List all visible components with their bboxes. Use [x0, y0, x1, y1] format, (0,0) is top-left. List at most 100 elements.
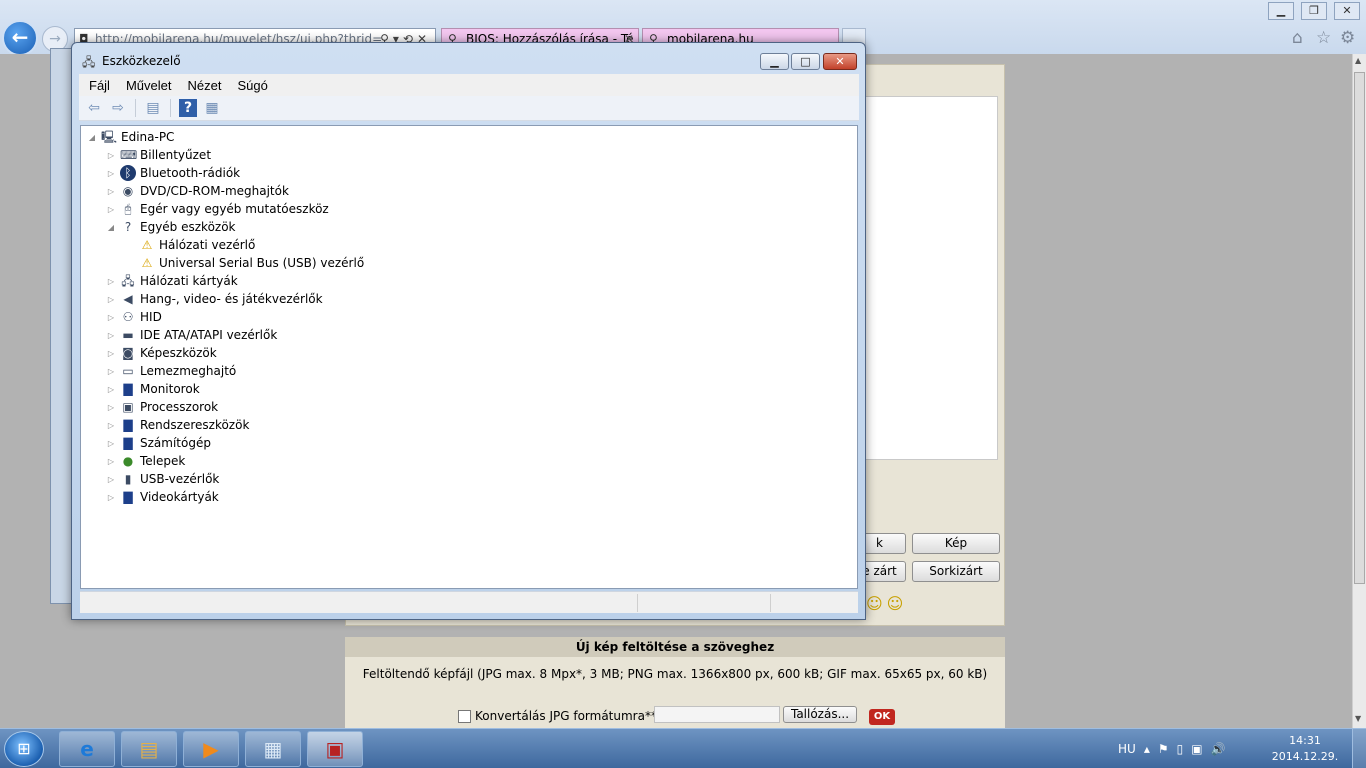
tree-item[interactable]: ▷ ▇ Videokártyák	[106, 488, 219, 506]
tree-item[interactable]: ▷ ⌨ Billentyűzet	[106, 146, 211, 164]
action-center-icon[interactable]: ⚑	[1158, 742, 1169, 756]
expand-icon[interactable]: ▷	[106, 439, 116, 448]
expand-icon[interactable]: ▷	[106, 349, 116, 358]
tree-item[interactable]: ◢? Egyéb eszközök	[106, 218, 236, 236]
tree-item[interactable]: ▷ ▇ Rendszereszközök	[106, 416, 249, 434]
tree-item[interactable]: ▷ 🖧 Hálózati kártyák	[106, 272, 238, 290]
show-hidden-icons-icon[interactable]: ▴	[1144, 742, 1150, 756]
back-arrow-icon[interactable]: ←	[2, 20, 38, 56]
tree-root[interactable]: ◢ 🖳 Edina-PC	[87, 128, 175, 146]
home-icon[interactable]: ⌂	[1292, 28, 1303, 48]
favorites-star-icon[interactable]: ☆	[1316, 28, 1331, 48]
battery-tray-icon[interactable]: ▯	[1177, 742, 1184, 756]
tree-item-label: Processzorok	[140, 400, 219, 414]
upload-ok-button[interactable]: OK	[869, 709, 895, 725]
device-manager-taskbar-icon[interactable]: ▣	[307, 731, 363, 767]
expand-icon[interactable]: ▷	[106, 313, 116, 322]
tree-item[interactable]: ▷ ◙ Képeszközök	[106, 344, 217, 362]
clock[interactable]: 14:31 2014.12.29.	[1270, 733, 1340, 765]
expand-icon[interactable]: ▷	[106, 385, 116, 394]
menu-action[interactable]: Művelet	[126, 78, 172, 93]
tree-item-label: Billentyűzet	[140, 148, 212, 162]
tree-item[interactable]: ▷ ▇ Számítógép	[106, 434, 211, 452]
convert-checkbox[interactable]	[458, 709, 471, 723]
file-path-field[interactable]	[654, 706, 780, 723]
expand-icon[interactable]: ▷	[106, 205, 116, 214]
hid-icon: ⚇	[122, 310, 134, 324]
expand-icon[interactable]: ▷	[106, 331, 116, 340]
minimize-button[interactable]: ▁	[760, 53, 789, 70]
device-manager-window: 🖧 Eszközkezelő ▁ □ ✕ Fájl Művelet Nézet …	[71, 42, 866, 620]
ie-taskbar-icon[interactable]: e	[59, 731, 115, 767]
expand-icon[interactable]: ▷	[106, 151, 116, 160]
expand-icon[interactable]: ▷	[106, 277, 116, 286]
language-indicator[interactable]: HU	[1118, 742, 1136, 756]
menu-file[interactable]: Fájl	[89, 78, 110, 93]
status-cell	[770, 594, 771, 612]
scrollbar-thumb[interactable]	[1354, 72, 1365, 584]
tree-item-label: Hálózati kártyák	[140, 274, 238, 288]
tree-subitem[interactable]: ⚠ Universal Serial Bus (USB) vezérlő	[139, 254, 365, 272]
collapse-icon[interactable]: ◢	[87, 133, 97, 142]
show-desktop-button[interactable]	[1352, 729, 1366, 768]
tree-item[interactable]: ▷ 🖰 Egér vagy egyéb mutatóeszköz	[106, 200, 329, 218]
scroll-down-icon[interactable]: ▼	[1355, 714, 1361, 723]
tree-item[interactable]: ▷ ◉ DVD/CD-ROM-meghajtók	[106, 182, 289, 200]
close-button[interactable]: ✕	[823, 53, 857, 70]
expand-icon[interactable]: ▷	[106, 403, 116, 412]
show-hide-tree-icon[interactable]: ▤	[144, 99, 162, 117]
settings-gear-icon[interactable]: ⚙	[1340, 28, 1355, 48]
media-player-taskbar-icon[interactable]: ▶	[183, 731, 239, 767]
tree-item[interactable]: ▷ ● Telepek	[106, 452, 185, 470]
convert-option[interactable]: Konvertálás JPG formátumra**	[458, 709, 657, 723]
maximize-button[interactable]: □	[791, 53, 820, 70]
tree-item-label: Egyéb eszközök	[140, 220, 236, 234]
volume-icon[interactable]: 🔊	[1211, 742, 1226, 756]
expand-icon[interactable]: ▷	[106, 295, 116, 304]
expand-icon[interactable]: ▷	[106, 457, 116, 466]
tree-item[interactable]: ▷ ◀ Hang-, video- és játékvezérlők	[106, 290, 323, 308]
tree-item-label: IDE ATA/ATAPI vezérlők	[140, 328, 278, 342]
tree-item[interactable]: ▷ ▣ Processzorok	[106, 398, 218, 416]
page-scrollbar[interactable]: ▲ ▼	[1352, 54, 1366, 728]
network-adapter-icon: 🖧	[121, 274, 135, 288]
expand-icon[interactable]: ▷	[106, 475, 116, 484]
tree-subitem[interactable]: ⚠ Hálózati vezérlő	[139, 236, 256, 254]
expand-icon[interactable]: ▷	[106, 421, 116, 430]
browser-close-button[interactable]: ✕	[1334, 2, 1360, 20]
tree-item[interactable]: ▷ ▇ Monitorok	[106, 380, 200, 398]
start-button[interactable]: ⊞	[4, 731, 44, 767]
tree-item[interactable]: ▷ ⚇ HID	[106, 308, 162, 326]
collapse-icon[interactable]: ◢	[106, 223, 116, 232]
browse-button[interactable]: Tallózás...	[783, 706, 857, 723]
expand-icon[interactable]: ▷	[106, 367, 116, 376]
properties-icon[interactable]: ▦	[203, 99, 221, 117]
network-tray-icon[interactable]: ▣	[1191, 742, 1202, 756]
tree-item-label: Rendszereszközök	[140, 418, 250, 432]
menu-view[interactable]: Nézet	[187, 78, 221, 93]
explorer-taskbar-icon[interactable]: ▤	[121, 731, 177, 767]
smiley-icons[interactable]: ☺☺	[866, 594, 907, 613]
browser-restore-button[interactable]: ❐	[1301, 2, 1327, 20]
browser-minimize-button[interactable]: ▁	[1268, 2, 1294, 20]
help-icon[interactable]: ?	[179, 99, 197, 117]
back-icon[interactable]: ⇦	[85, 99, 103, 117]
menu-help[interactable]: Súgó	[237, 78, 267, 93]
control-panel-taskbar-icon[interactable]: ▦	[245, 731, 301, 767]
tree-item-label: USB-vezérlők	[140, 472, 220, 486]
post-textarea[interactable]	[860, 96, 998, 460]
justify-button[interactable]: Sorkizárt	[912, 561, 1000, 582]
toolbar: ⇦ ⇨ ▤ ? ▦	[79, 96, 859, 121]
image-button[interactable]: Kép	[912, 533, 1000, 554]
tree-item[interactable]: ▷ ᛒ Bluetooth-rádiók	[106, 164, 240, 182]
expand-icon[interactable]: ▷	[106, 493, 116, 502]
scroll-up-icon[interactable]: ▲	[1355, 56, 1361, 65]
tree-item[interactable]: ▷ ▮ USB-vezérlők	[106, 470, 219, 488]
tree-item[interactable]: ▷ ▬ IDE ATA/ATAPI vezérlők	[106, 326, 277, 344]
tree-item-label: DVD/CD-ROM-meghajtók	[140, 184, 289, 198]
expand-icon[interactable]: ▷	[106, 169, 116, 178]
tree-item[interactable]: ▷ ▭ Lemezmeghajtó	[106, 362, 236, 380]
expand-icon[interactable]: ▷	[106, 187, 116, 196]
forward-icon[interactable]: ⇨	[109, 99, 127, 117]
keyboard-icon: ⌨	[120, 148, 138, 162]
